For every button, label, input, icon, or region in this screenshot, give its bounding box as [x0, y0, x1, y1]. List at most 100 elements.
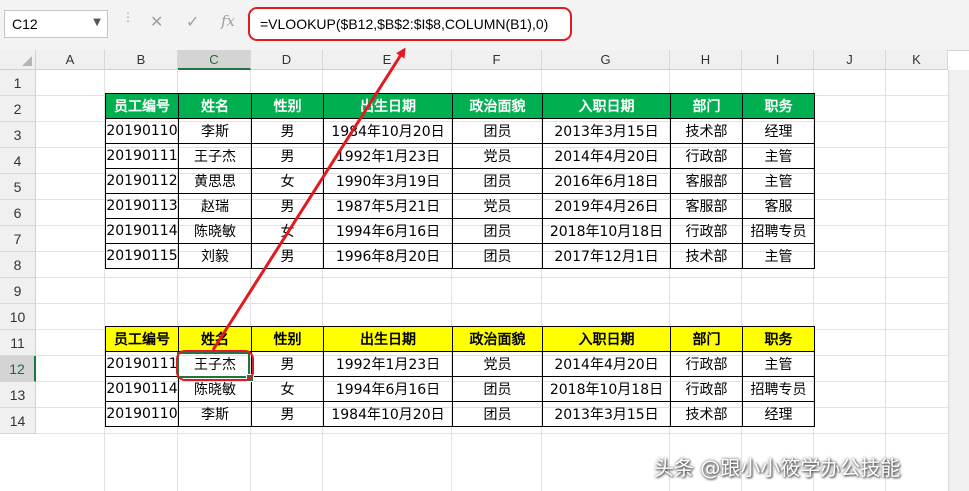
column-header-i[interactable]: I — [742, 50, 814, 70]
table-cell[interactable]: 行政部 — [670, 218, 743, 244]
name-box[interactable]: C12 ▼ — [4, 10, 108, 38]
table-cell[interactable]: 经理 — [742, 401, 815, 427]
header-cell[interactable]: 员工编号 — [105, 326, 179, 352]
table-cell[interactable]: 20190111 — [105, 351, 179, 377]
formula-input[interactable]: =VLOOKUP($B12,$B$2:$I$8,COLUMN(B1),0) — [248, 7, 572, 41]
table-cell[interactable]: 1992年1月23日 — [323, 143, 453, 169]
row-header-12[interactable]: 12 — [0, 356, 36, 382]
header-cell[interactable]: 部门 — [670, 93, 743, 119]
row-header-10[interactable]: 10 — [0, 304, 36, 330]
spreadsheet-grid[interactable]: ABCDEFGHIJK 1 2 3 4 5 6 7 8 9 10 11 12 13 14 员工编号 姓名 性别… — [0, 50, 969, 491]
column-header-e[interactable]: E — [323, 50, 452, 70]
header-cell[interactable]: 入职日期 — [542, 93, 671, 119]
table-cell[interactable]: 行政部 — [670, 351, 743, 377]
header-cell[interactable]: 出生日期 — [323, 93, 453, 119]
table-cell[interactable]: 行政部 — [670, 376, 743, 402]
table-cell[interactable]: 技术部 — [670, 401, 743, 427]
table-cell[interactable]: 主管 — [742, 351, 815, 377]
row-header-8[interactable]: 8 — [0, 252, 36, 278]
table-cell[interactable]: 1984年10月20日 — [323, 118, 453, 144]
column-header-j[interactable]: J — [814, 50, 886, 70]
table-cell[interactable]: 2013年3月15日 — [542, 401, 671, 427]
row-header-13[interactable]: 13 — [0, 382, 36, 408]
table-cell[interactable]: 客服 — [742, 193, 815, 219]
row-header-1[interactable]: 1 — [0, 70, 36, 96]
table-cell[interactable]: 李斯 — [178, 118, 252, 144]
table-cell[interactable]: 女 — [251, 168, 324, 194]
table-cell[interactable]: 1994年6月16日 — [323, 218, 453, 244]
header-cell[interactable]: 性别 — [251, 326, 324, 352]
column-header-f[interactable]: F — [452, 50, 542, 70]
table-cell[interactable]: 陈晓敏 — [178, 218, 252, 244]
table-cell[interactable]: 20190114 — [105, 376, 179, 402]
table-cell[interactable]: 20190115 — [105, 243, 179, 269]
table-cell[interactable]: 主管 — [742, 243, 815, 269]
column-header-g[interactable]: G — [542, 50, 670, 70]
column-header-k[interactable]: K — [886, 50, 948, 70]
table-cell[interactable]: 2018年10月18日 — [542, 376, 671, 402]
table-cell[interactable]: 2013年3月15日 — [542, 118, 671, 144]
header-cell[interactable]: 性别 — [251, 93, 324, 119]
table-cell[interactable]: 李斯 — [178, 401, 252, 427]
table-cell[interactable]: 1996年8月20日 — [323, 243, 453, 269]
table-cell[interactable]: 刘毅 — [178, 243, 252, 269]
table-cell[interactable]: 技术部 — [670, 243, 743, 269]
table-cell[interactable]: 主管 — [742, 168, 815, 194]
table-cell[interactable]: 客服部 — [670, 168, 743, 194]
row-header-2[interactable]: 2 — [0, 96, 36, 122]
table-cell[interactable]: 主管 — [742, 143, 815, 169]
cancel-icon[interactable]: ✕ — [150, 12, 163, 31]
fill-handle[interactable] — [246, 374, 254, 382]
header-cell[interactable]: 员工编号 — [105, 93, 179, 119]
table-cell[interactable]: 男 — [251, 143, 324, 169]
table-cell[interactable]: 男 — [251, 351, 324, 377]
table-cell[interactable]: 陈晓敏 — [178, 376, 252, 402]
table-cell[interactable]: 经理 — [742, 118, 815, 144]
table-cell[interactable]: 2014年4月20日 — [542, 143, 671, 169]
row-header-6[interactable]: 6 — [0, 200, 36, 226]
table-cell[interactable]: 2019年4月26日 — [542, 193, 671, 219]
header-cell[interactable]: 部门 — [670, 326, 743, 352]
table-cell[interactable]: 团员 — [452, 376, 543, 402]
table-cell[interactable]: 20190111 — [105, 143, 179, 169]
header-cell[interactable]: 出生日期 — [323, 326, 453, 352]
table-cell[interactable]: 女 — [251, 218, 324, 244]
column-header-b[interactable]: B — [105, 50, 178, 70]
table-cell[interactable]: 男 — [251, 118, 324, 144]
row-header-7[interactable]: 7 — [0, 226, 36, 252]
header-cell[interactable]: 姓名 — [178, 93, 252, 119]
table-cell[interactable]: 客服部 — [670, 193, 743, 219]
table-cell[interactable]: 党员 — [452, 143, 543, 169]
table-cell[interactable]: 招聘专员 — [742, 218, 815, 244]
row-header-5[interactable]: 5 — [0, 174, 36, 200]
table-cell[interactable]: 男 — [251, 193, 324, 219]
row-header-9[interactable]: 9 — [0, 278, 36, 304]
table-cell[interactable]: 黄思思 — [178, 168, 252, 194]
column-header-d[interactable]: D — [251, 50, 323, 70]
enter-icon[interactable]: ✓ — [186, 12, 199, 31]
table-cell[interactable]: 团员 — [452, 118, 543, 144]
row-header-3[interactable]: 3 — [0, 122, 36, 148]
table-cell[interactable]: 党员 — [452, 193, 543, 219]
column-header-a[interactable]: A — [36, 50, 105, 70]
table-cell[interactable]: 党员 — [452, 351, 543, 377]
table-cell[interactable]: 王子杰 — [178, 351, 252, 377]
table-cell[interactable]: 1987年5月21日 — [323, 193, 453, 219]
header-cell[interactable]: 政治面貌 — [452, 93, 543, 119]
drag-handle-icon[interactable]: ⋮ — [122, 11, 134, 23]
table-cell[interactable]: 团员 — [452, 218, 543, 244]
header-cell[interactable]: 入职日期 — [542, 326, 671, 352]
column-header-h[interactable]: H — [670, 50, 742, 70]
table-cell[interactable]: 男 — [251, 401, 324, 427]
table-cell[interactable]: 20190113 — [105, 193, 179, 219]
table-cell[interactable]: 2016年6月18日 — [542, 168, 671, 194]
column-header-c[interactable]: C — [178, 50, 251, 70]
table-cell[interactable]: 20190112 — [105, 168, 179, 194]
table-cell[interactable]: 团员 — [452, 401, 543, 427]
row-header-14[interactable]: 14 — [0, 408, 36, 434]
row-header-4[interactable]: 4 — [0, 148, 36, 174]
table-cell[interactable]: 2018年10月18日 — [542, 218, 671, 244]
table-cell[interactable]: 团员 — [452, 168, 543, 194]
table-cell[interactable]: 20190110 — [105, 401, 179, 427]
vertical-scrollbar[interactable] — [948, 70, 969, 491]
